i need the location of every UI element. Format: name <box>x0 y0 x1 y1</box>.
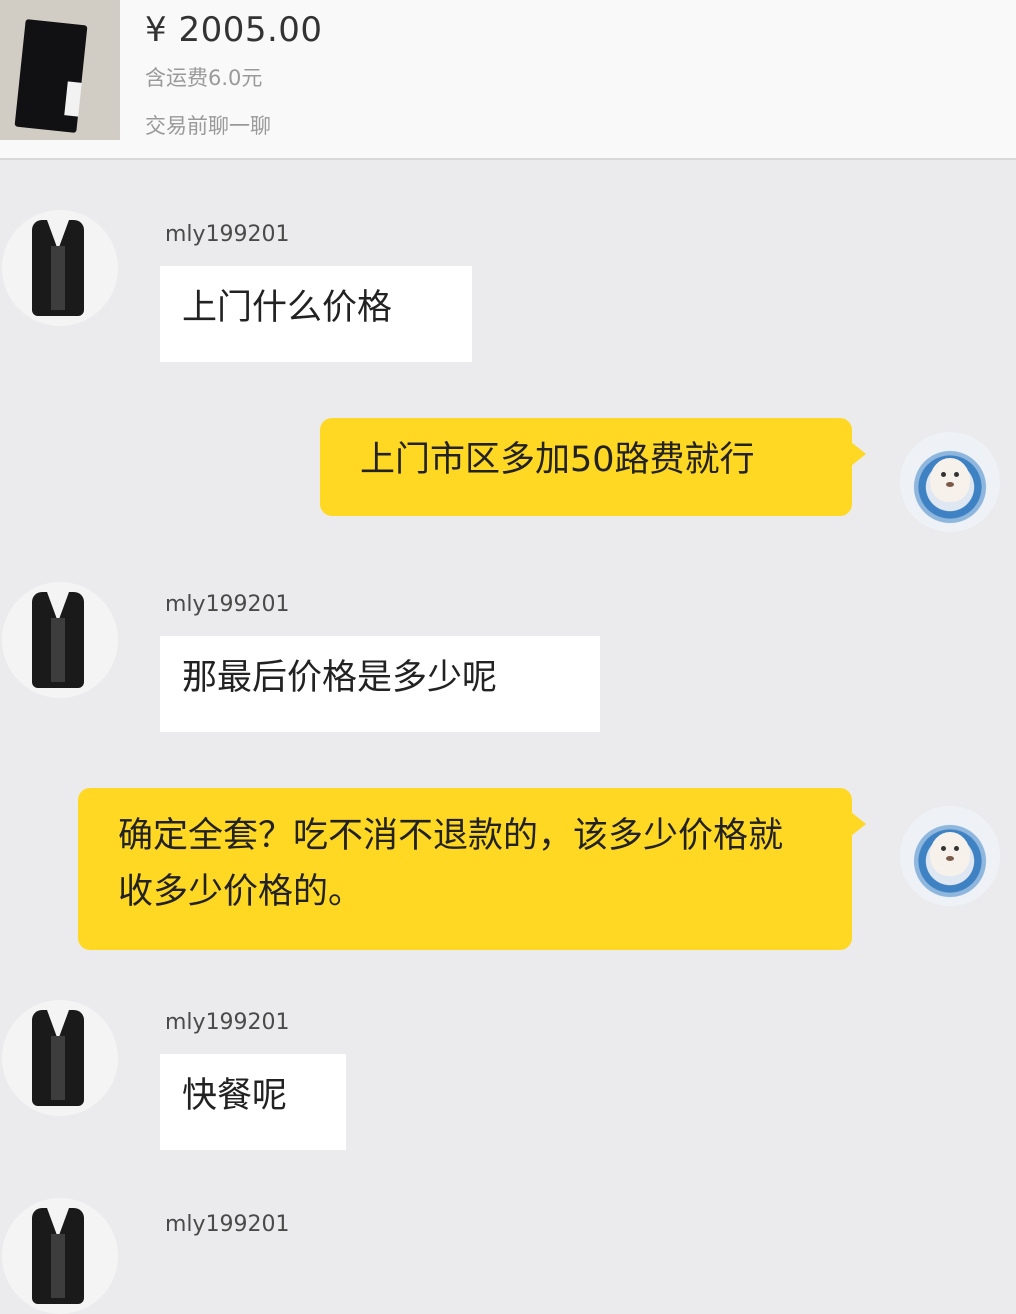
vest-icon <box>32 1010 84 1106</box>
sender-username: mly199201 <box>165 222 290 247</box>
message-bubble-incoming[interactable]: 那最后价格是多少呢 <box>160 636 600 732</box>
sender-username: mly199201 <box>165 1212 290 1237</box>
product-header[interactable]: ¥ 2005.00 含运费6.0元 交易前聊一聊 <box>0 0 1016 160</box>
message-bubble-outgoing[interactable]: 上门市区多加50路费就行 <box>320 418 866 516</box>
vest-icon <box>32 1208 84 1304</box>
message-bubble-incoming[interactable]: 快餐呢 <box>160 1054 346 1150</box>
chat-before-trade-hint: 交易前聊一聊 <box>145 114 271 138</box>
product-image-detail <box>64 81 82 117</box>
vest-icon <box>32 592 84 688</box>
avatar[interactable] <box>2 582 118 698</box>
product-thumbnail[interactable] <box>0 0 120 140</box>
avatar[interactable] <box>2 1000 118 1116</box>
seal-icon <box>930 458 970 502</box>
vest-icon <box>32 220 84 316</box>
avatar[interactable] <box>2 1198 118 1314</box>
avatar[interactable] <box>2 210 118 326</box>
product-price: ¥ 2005.00 <box>145 10 323 50</box>
avatar[interactable] <box>900 806 1000 906</box>
sender-username: mly199201 <box>165 592 290 617</box>
avatar[interactable] <box>900 432 1000 532</box>
shipping-fee: 含运费6.0元 <box>145 66 263 90</box>
message-bubble-incoming[interactable]: 上门什么价格 <box>160 266 472 362</box>
sender-username: mly199201 <box>165 1010 290 1035</box>
message-bubble-outgoing[interactable]: 确定全套？吃不消不退款的，该多少价格就收多少价格的。 <box>78 788 866 950</box>
seal-icon <box>930 832 970 876</box>
